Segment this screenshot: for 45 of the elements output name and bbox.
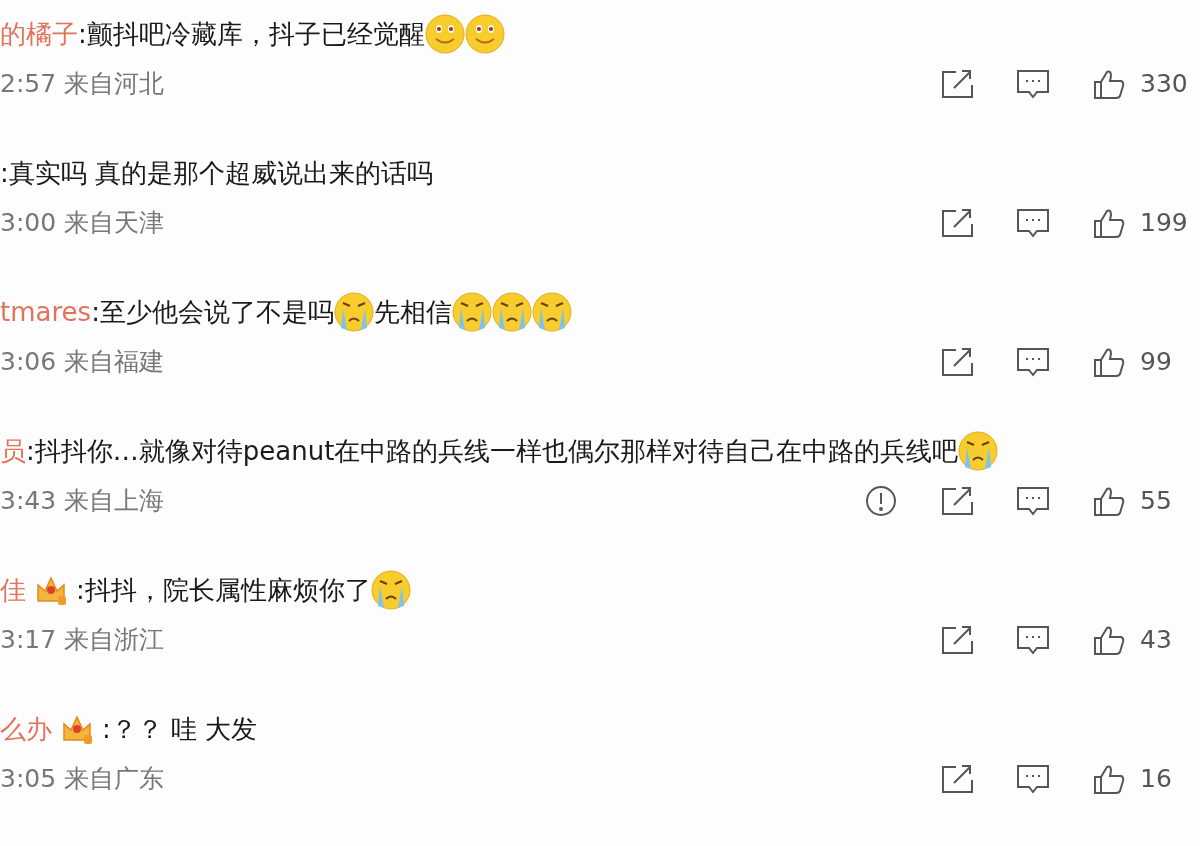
comment-text: :真实吗 真的是那个超威说出来的话吗 <box>0 156 434 190</box>
comment-icon[interactable] <box>1016 484 1050 518</box>
crying-emoji-icon <box>491 292 532 332</box>
smiley-emoji-icon <box>424 14 465 54</box>
timestamp-location: 3:17 来自浙江 <box>0 624 165 657</box>
crying-emoji-icon <box>333 292 374 332</box>
comment-icon[interactable] <box>1016 345 1050 379</box>
comment-text: :抖抖，院长属性麻烦你了 <box>76 573 371 607</box>
like-count: 43 <box>1140 624 1173 657</box>
username[interactable]: 员 <box>0 431 26 471</box>
comment-text: :抖抖你…就像对待peanut在中路的兵线一样也偶尔那样对待自己在中路的兵线吧 <box>26 434 959 468</box>
comment-text: 先相信 <box>373 295 452 329</box>
comment-icon[interactable] <box>1016 623 1050 657</box>
share-icon[interactable] <box>940 67 974 101</box>
crying-emoji-icon <box>958 431 999 471</box>
comment-text: :颤抖吧冷藏库，抖子已经觉醒 <box>78 17 425 51</box>
comment-icon[interactable] <box>1016 206 1050 240</box>
share-icon[interactable] <box>940 484 974 518</box>
like-count: 199 <box>1140 207 1188 240</box>
comment-text: :至少他会说了不是吗 <box>91 295 334 329</box>
username[interactable]: 佳 <box>0 570 26 610</box>
timestamp-location: 3:06 来自福建 <box>0 346 165 379</box>
share-icon[interactable] <box>940 762 974 796</box>
username[interactable]: tmares <box>0 292 92 332</box>
username[interactable]: 的橘子 <box>0 14 78 54</box>
timestamp-location: 2:57 来自河北 <box>0 68 165 101</box>
like-count: 330 <box>1140 68 1188 101</box>
share-icon[interactable] <box>940 206 974 240</box>
like-count: 16 <box>1140 763 1173 796</box>
username[interactable]: 么办 <box>0 709 52 749</box>
like-count: 99 <box>1140 346 1173 379</box>
crying-emoji-icon <box>451 292 492 332</box>
share-icon[interactable] <box>940 623 974 657</box>
warning-icon[interactable] <box>864 484 898 518</box>
timestamp-location: 3:00 来自天津 <box>0 207 165 240</box>
comment-icon[interactable] <box>1016 762 1050 796</box>
crying-emoji-icon <box>531 292 572 332</box>
timestamp-location: 3:05 来自广东 <box>0 763 165 796</box>
comment-text: :？？ 哇 大发 <box>102 712 258 746</box>
timestamp-location: 3:43 来自上海 <box>0 485 165 518</box>
share-icon[interactable] <box>940 345 974 379</box>
crying-emoji-icon <box>370 570 411 610</box>
smiley-emoji-icon <box>464 14 505 54</box>
like-count: 55 <box>1140 485 1173 518</box>
comment-icon[interactable] <box>1016 67 1050 101</box>
